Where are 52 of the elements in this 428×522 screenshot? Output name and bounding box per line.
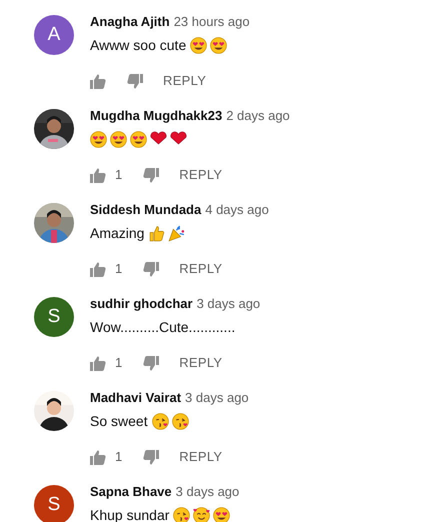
thumbs-up-icon[interactable] <box>90 74 106 88</box>
smiling-face-hearts-icon <box>193 506 210 522</box>
heart-icon <box>150 130 167 148</box>
like-count: 1 <box>115 166 122 184</box>
author-name[interactable]: Siddesh Mundada <box>90 201 202 219</box>
like-count: 1 <box>115 448 122 466</box>
reply-button[interactable]: REPLY <box>179 259 222 279</box>
reply-button[interactable]: REPLY <box>179 353 222 373</box>
comment-time[interactable]: 3 days ago <box>185 389 249 407</box>
reply-button[interactable]: REPLY <box>179 165 222 185</box>
comment-time[interactable]: 4 days ago <box>205 201 269 219</box>
heart-eyes-emoji-icon <box>213 506 230 522</box>
comment-text: Awww soo cute <box>90 36 186 54</box>
thumbs-up-icon[interactable] <box>90 356 106 370</box>
thumbs-down-icon[interactable] <box>127 74 143 88</box>
heart-eyes-emoji-icon <box>210 36 228 54</box>
reply-button[interactable]: REPLY <box>163 71 206 91</box>
kissing-face-icon <box>173 506 190 522</box>
heart-eyes-emoji-icon <box>130 130 147 148</box>
comment-text: Wow..........Cute............ <box>90 318 236 336</box>
author-name[interactable]: Sapna Bhave <box>90 483 172 501</box>
thumbs-down-icon[interactable] <box>143 356 160 370</box>
like-count: 1 <box>115 354 122 372</box>
kissing-face-icon <box>152 412 169 430</box>
party-popper-icon <box>168 224 186 242</box>
like-count: 1 <box>115 260 122 278</box>
comment-time[interactable]: 3 days ago <box>176 483 240 501</box>
avatar: S <box>34 297 74 337</box>
author-name[interactable]: Mugdha Mugdhakk23 <box>90 107 222 125</box>
comment-text: So sweet <box>90 412 148 430</box>
author-name[interactable]: Madhavi Vairat <box>90 389 182 407</box>
thumbs-up-icon[interactable] <box>90 450 106 464</box>
kissing-face-icon <box>172 412 189 430</box>
comment-text: Amazing <box>90 224 144 243</box>
thumbs-down-icon[interactable] <box>143 450 160 464</box>
comment-time[interactable]: 23 hours ago <box>174 13 250 31</box>
thumbs-down-icon[interactable] <box>143 262 160 276</box>
thumbs-up-emoji-icon <box>148 224 166 242</box>
comment-time[interactable]: 2 days ago <box>226 107 290 125</box>
comment-time[interactable]: 3 days ago <box>196 295 260 313</box>
heart-icon <box>170 130 187 148</box>
thumbs-down-icon[interactable] <box>143 168 160 182</box>
reply-button[interactable]: REPLY <box>179 447 222 467</box>
author-name[interactable]: Anagha Ajith <box>90 13 170 31</box>
heart-eyes-emoji-icon <box>90 130 107 148</box>
heart-eyes-emoji-icon <box>110 130 127 148</box>
avatar: A <box>34 15 74 55</box>
thumbs-up-icon[interactable] <box>90 262 106 276</box>
heart-eyes-emoji-icon <box>190 36 208 54</box>
avatar: S <box>34 485 74 522</box>
thumbs-up-icon[interactable] <box>90 168 106 182</box>
author-name[interactable]: sudhir ghodchar <box>90 295 193 313</box>
